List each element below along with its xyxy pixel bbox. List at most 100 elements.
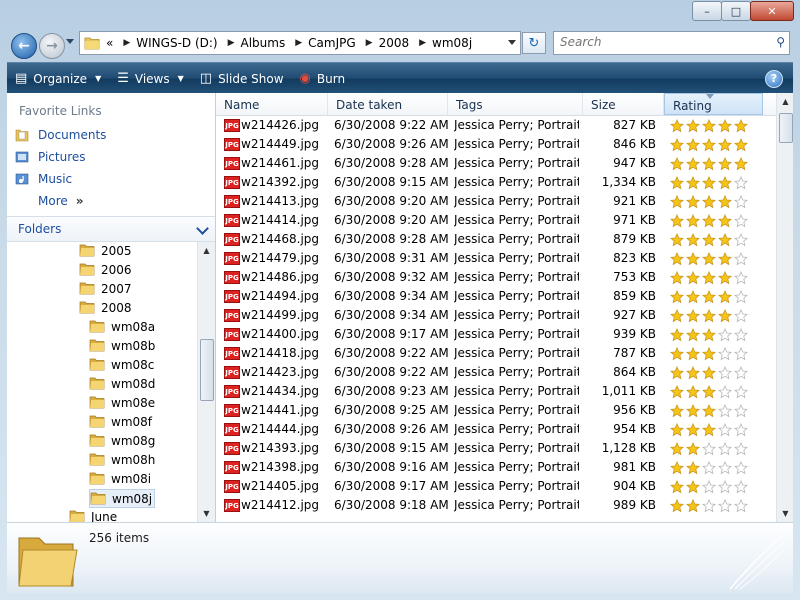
rating-cell[interactable] — [670, 249, 770, 268]
star-filled-icon[interactable] — [702, 232, 716, 247]
star-empty-icon[interactable] — [718, 460, 732, 475]
star-filled-icon[interactable] — [718, 232, 732, 247]
table-row[interactable]: JPG w214426.jpg 6/30/2008 9:22 AM Jessica P… — [216, 116, 776, 135]
star-empty-icon[interactable] — [718, 441, 732, 456]
scroll-down-icon[interactable]: ▼ — [777, 505, 793, 522]
star-filled-icon[interactable] — [718, 251, 732, 266]
rating-cell[interactable] — [670, 192, 770, 211]
rating-cell[interactable] — [670, 230, 770, 249]
star-filled-icon[interactable] — [718, 308, 732, 323]
tree-item-2008[interactable]: 2008 — [79, 299, 132, 316]
navigation-scrollbar[interactable]: ▲ ▼ — [197, 242, 215, 522]
tree-item-wm08d[interactable]: wm08d — [89, 375, 155, 392]
star-filled-icon[interactable] — [670, 118, 684, 133]
table-row[interactable]: JPG w214468.jpg 6/30/2008 9:28 AM Jessica P… — [216, 230, 776, 249]
file-name-cell[interactable]: JPG w214499.jpg — [224, 306, 329, 325]
file-name-cell[interactable]: JPG w214423.jpg — [224, 363, 329, 382]
table-row[interactable]: JPG w214479.jpg 6/30/2008 9:31 AM Jessica P… — [216, 249, 776, 268]
file-name-cell[interactable]: JPG w214400.jpg — [224, 325, 329, 344]
star-filled-icon[interactable] — [702, 308, 716, 323]
tree-item-wm08f[interactable]: wm08f — [89, 413, 152, 430]
star-filled-icon[interactable] — [718, 194, 732, 209]
star-empty-icon[interactable] — [734, 346, 748, 361]
star-filled-icon[interactable] — [686, 422, 700, 437]
star-filled-icon[interactable] — [734, 137, 748, 152]
breadcrumb-separator-icon[interactable]: ▶ — [295, 38, 302, 48]
star-filled-icon[interactable] — [686, 327, 700, 342]
star-empty-icon[interactable] — [718, 384, 732, 399]
scroll-up-icon[interactable]: ▲ — [198, 242, 215, 259]
file-name-cell[interactable]: JPG w214393.jpg — [224, 439, 329, 458]
file-name-cell[interactable]: JPG w214412.jpg — [224, 496, 329, 515]
star-empty-icon[interactable] — [718, 422, 732, 437]
star-filled-icon[interactable] — [686, 232, 700, 247]
star-filled-icon[interactable] — [702, 194, 716, 209]
table-row[interactable]: JPG w214499.jpg 6/30/2008 9:34 AM Jessica P… — [216, 306, 776, 325]
file-name-cell[interactable]: JPG w214426.jpg — [224, 116, 329, 135]
favorite-pictures[interactable]: Pictures — [15, 150, 86, 164]
star-filled-icon[interactable] — [686, 441, 700, 456]
rating-cell[interactable] — [670, 135, 770, 154]
star-empty-icon[interactable] — [734, 213, 748, 228]
tree-item-wm08g[interactable]: wm08g — [89, 432, 155, 449]
star-filled-icon[interactable] — [670, 213, 684, 228]
star-empty-icon[interactable] — [718, 346, 732, 361]
star-filled-icon[interactable] — [670, 441, 684, 456]
star-filled-icon[interactable] — [670, 479, 684, 494]
star-empty-icon[interactable] — [734, 422, 748, 437]
star-filled-icon[interactable] — [670, 175, 684, 190]
star-filled-icon[interactable] — [718, 118, 732, 133]
refresh-button[interactable]: ↻ — [522, 32, 546, 54]
breadcrumb-2008[interactable]: 2008 — [379, 36, 410, 50]
rating-cell[interactable] — [670, 287, 770, 306]
table-row[interactable]: JPG w214414.jpg 6/30/2008 9:20 AM Jessica P… — [216, 211, 776, 230]
breadcrumb-separator-icon[interactable]: ▶ — [228, 38, 235, 48]
star-filled-icon[interactable] — [702, 213, 716, 228]
file-name-cell[interactable]: JPG w214405.jpg — [224, 477, 329, 496]
address-bar[interactable]: « ▶ WINGS-D (D:) ▶ Albums ▶ CamJPG ▶ 200… — [79, 31, 521, 55]
star-filled-icon[interactable] — [670, 498, 684, 513]
tree-item-2005[interactable]: 2005 — [79, 242, 132, 259]
column-size[interactable]: Size — [583, 93, 664, 115]
star-filled-icon[interactable] — [702, 251, 716, 266]
file-name-cell[interactable]: JPG w214441.jpg — [224, 401, 329, 420]
star-empty-icon[interactable] — [734, 232, 748, 247]
rating-cell[interactable] — [670, 363, 770, 382]
favorite-documents[interactable]: Documents — [15, 128, 106, 142]
star-empty-icon[interactable] — [702, 479, 716, 494]
breadcrumb-drive[interactable]: WINGS-D (D:) — [136, 36, 217, 50]
star-filled-icon[interactable] — [670, 365, 684, 380]
tree-item-wm08b[interactable]: wm08b — [89, 337, 155, 354]
star-filled-icon[interactable] — [670, 422, 684, 437]
breadcrumb-overflow[interactable]: « — [106, 36, 113, 50]
scroll-down-icon[interactable]: ▼ — [198, 505, 215, 522]
table-row[interactable]: JPG w214461.jpg 6/30/2008 9:28 AM Jessica P… — [216, 154, 776, 173]
star-filled-icon[interactable] — [670, 327, 684, 342]
table-row[interactable]: JPG w214405.jpg 6/30/2008 9:17 AM Jessica P… — [216, 477, 776, 496]
star-filled-icon[interactable] — [734, 118, 748, 133]
address-dropdown-icon[interactable] — [508, 40, 516, 45]
file-name-cell[interactable]: JPG w214479.jpg — [224, 249, 329, 268]
tree-item-2007[interactable]: 2007 — [79, 280, 132, 297]
file-name-cell[interactable]: JPG w214494.jpg — [224, 287, 329, 306]
star-filled-icon[interactable] — [686, 251, 700, 266]
star-filled-icon[interactable] — [718, 270, 732, 285]
star-filled-icon[interactable] — [702, 403, 716, 418]
table-row[interactable]: JPG w214434.jpg 6/30/2008 9:23 AM Jessica P… — [216, 382, 776, 401]
tree-item-wm08i[interactable]: wm08i — [89, 470, 151, 487]
rating-cell[interactable] — [670, 344, 770, 363]
star-filled-icon[interactable] — [686, 194, 700, 209]
back-button[interactable]: ← — [11, 33, 37, 59]
breadcrumb-wm08j[interactable]: wm08j — [432, 36, 472, 50]
table-row[interactable]: JPG w214392.jpg 6/30/2008 9:15 AM Jessica P… — [216, 173, 776, 192]
search-box[interactable]: ⚲ — [553, 31, 790, 55]
column-tags[interactable]: Tags — [448, 93, 583, 115]
star-filled-icon[interactable] — [670, 403, 684, 418]
star-filled-icon[interactable] — [702, 327, 716, 342]
rating-cell[interactable] — [670, 382, 770, 401]
tree-item-wm08e[interactable]: wm08e — [89, 394, 155, 411]
favorite-music[interactable]: Music — [15, 172, 72, 186]
star-empty-icon[interactable] — [702, 498, 716, 513]
star-filled-icon[interactable] — [670, 232, 684, 247]
star-empty-icon[interactable] — [734, 289, 748, 304]
